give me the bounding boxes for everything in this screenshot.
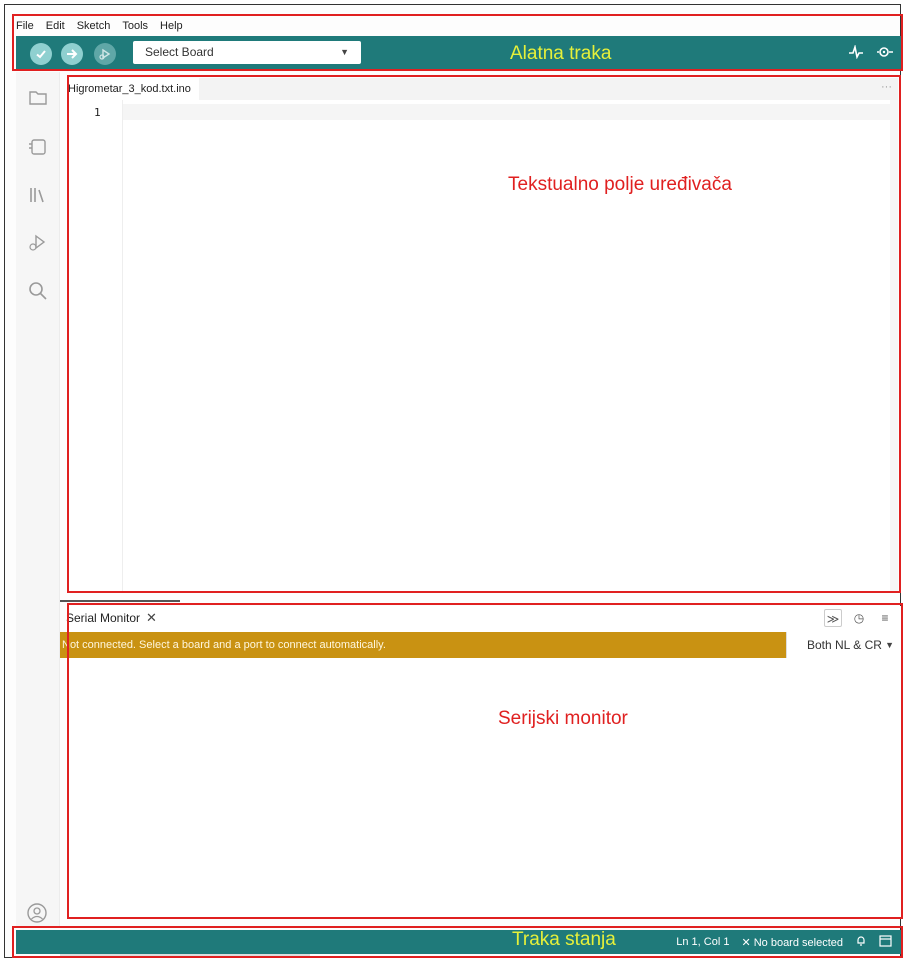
- board-status[interactable]: ✕ No board selected: [741, 936, 843, 949]
- board-selector[interactable]: Select Board ▼: [133, 41, 361, 64]
- serial-monitor-header: Serial Monitor ✕ ≫ ◷ ≡: [66, 606, 902, 632]
- toggle-panel-icon[interactable]: [879, 934, 892, 950]
- editor-tab-bar: Higrometar_3_kod.txt.ino ···: [66, 78, 898, 100]
- menu-tools[interactable]: Tools: [122, 19, 148, 33]
- status-bar: Ln 1, Col 1 ✕ No board selected: [16, 930, 902, 954]
- annotation-statusbar-label: Traka stanja: [512, 929, 616, 950]
- upload-button[interactable]: [61, 43, 83, 65]
- line-number-gutter: 1: [66, 100, 122, 592]
- menu-bar: File Edit Sketch Tools Help: [16, 19, 183, 33]
- editor-tab[interactable]: Higrometar_3_kod.txt.ino: [66, 78, 199, 100]
- close-icon[interactable]: ✕: [146, 610, 157, 626]
- debug-icon: [99, 48, 111, 60]
- annotation-editor-label: Tekstualno polje uređivača: [508, 174, 732, 195]
- search-icon[interactable]: [27, 280, 49, 302]
- serial-monitor-tools: ≫ ◷ ≡: [824, 609, 894, 627]
- current-line-highlight: [123, 104, 893, 120]
- connection-warning-banner: Not connected. Select a board and a port…: [60, 632, 786, 658]
- chevron-down-icon: ▼: [885, 640, 894, 650]
- line-ending-select[interactable]: Both NL & CR ▼: [786, 632, 902, 658]
- serial-monitor-icon[interactable]: [876, 45, 894, 62]
- profile-icon[interactable]: [26, 902, 48, 924]
- panel-divider[interactable]: [60, 600, 180, 602]
- debug-icon[interactable]: [27, 232, 49, 254]
- verify-button[interactable]: [30, 43, 52, 65]
- serial-plotter-icon[interactable]: [848, 43, 864, 62]
- arrow-right-icon: [67, 49, 78, 59]
- sidebar: [16, 72, 60, 928]
- annotation-toolbar-label: Alatna traka: [510, 43, 612, 64]
- serial-output: [66, 658, 902, 918]
- annotation-serial-label: Serijski monitor: [498, 708, 628, 729]
- toolbar: Select Board ▼: [16, 36, 902, 70]
- more-options-icon[interactable]: ···: [881, 78, 892, 96]
- menu-file[interactable]: File: [16, 19, 34, 33]
- notifications-icon[interactable]: [855, 935, 867, 950]
- board-manager-icon[interactable]: [27, 136, 49, 158]
- debug-button[interactable]: [94, 43, 116, 65]
- editor-scrollbar[interactable]: [890, 100, 898, 592]
- menu-help[interactable]: Help: [160, 19, 183, 33]
- serial-monitor-tab[interactable]: Serial Monitor: [66, 611, 140, 625]
- library-icon[interactable]: [27, 184, 49, 206]
- checkmark-icon: [36, 50, 46, 59]
- timestamp-icon[interactable]: ◷: [850, 609, 868, 627]
- board-selector-label: Select Board: [145, 45, 214, 59]
- clear-output-icon[interactable]: ≡: [876, 609, 894, 627]
- autoscroll-icon[interactable]: ≫: [824, 609, 842, 627]
- chevron-down-icon: ▼: [340, 47, 349, 57]
- folder-icon[interactable]: [27, 86, 49, 108]
- line-ending-label: Both NL & CR: [807, 638, 882, 652]
- cursor-position: Ln 1, Col 1: [676, 936, 730, 948]
- menu-edit[interactable]: Edit: [46, 19, 65, 33]
- line-number: 1: [94, 106, 101, 119]
- status-underline: [60, 954, 310, 956]
- menu-sketch[interactable]: Sketch: [77, 19, 111, 33]
